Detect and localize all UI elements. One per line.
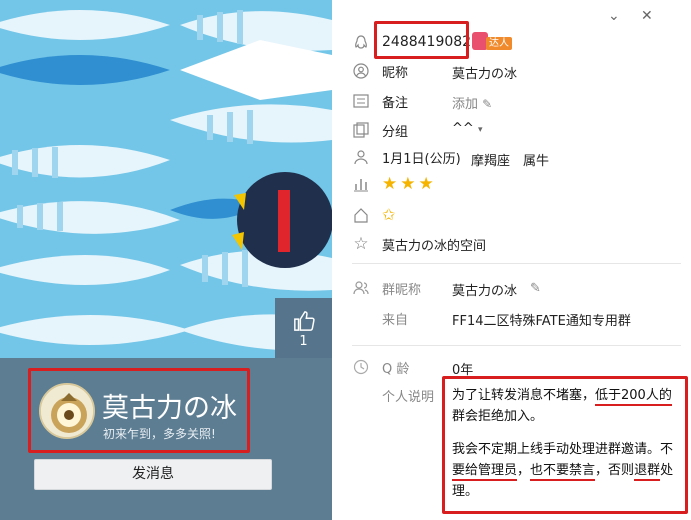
clock-icon — [352, 358, 370, 376]
divider — [352, 263, 681, 264]
personal-intro: 为了让转发消息不堵塞，低于200人的群会拒绝加入。 我会不定期上线手动处理进群邀… — [452, 388, 674, 499]
remark-row: 备注 — [352, 90, 408, 112]
membership-row: ✩ — [352, 204, 395, 226]
nickname-value: 莫古力の冰 — [452, 67, 518, 82]
qzone-row[interactable]: ☆ 莫古力の冰的空间 — [352, 233, 486, 255]
qq-number: 2488419082 — [382, 34, 472, 50]
send-message-button[interactable]: 发消息 — [34, 459, 272, 490]
profile-nickname: 莫古力の冰 — [102, 393, 237, 424]
nickname-row: 昵称 — [352, 60, 408, 82]
chinese-zodiac: 属牛 — [523, 154, 550, 169]
from-row: 来自 — [382, 312, 409, 328]
profile-cover: 1 莫古力の冰 初来乍到，多多关照! 发消息 — [0, 0, 332, 520]
caret-down-icon: ▾ — [477, 125, 483, 135]
user-icon — [352, 62, 370, 80]
qq-number-row — [352, 32, 382, 54]
penguin-icon — [352, 34, 370, 52]
group-select[interactable]: ^^ ▾ — [452, 121, 482, 136]
group-row: 分组 — [352, 119, 408, 141]
q-age-row: Q 龄 — [352, 356, 409, 378]
level-row: ★ ★ ★ — [352, 173, 434, 195]
like-button[interactable]: 1 — [275, 298, 332, 358]
users-icon — [352, 279, 370, 297]
from-group-value: FF14二区特殊FATE通知专用群 — [452, 314, 631, 329]
person-icon — [352, 148, 370, 166]
card-icon — [352, 92, 370, 110]
zodiac: 摩羯座 — [471, 154, 511, 169]
qzone-link[interactable]: 莫古力の冰的空间 — [382, 235, 486, 254]
group-icon — [352, 121, 370, 139]
profile-signature: 初来乍到，多多关照! — [103, 427, 216, 441]
intro-label: 个人说明 — [382, 390, 435, 405]
divider — [352, 345, 681, 346]
add-remark-link[interactable]: 添加 ✎ — [452, 93, 492, 112]
thumbs-up-icon — [293, 311, 315, 331]
birthday-row: 1月1日(公历) — [352, 146, 461, 168]
edit-pencil-icon: ✎ — [482, 97, 493, 111]
like-count: 1 — [299, 334, 308, 349]
edit-pencil-icon[interactable]: ✎ — [530, 281, 541, 296]
bar-chart-icon — [352, 175, 370, 193]
star-icon: ★ — [418, 173, 434, 194]
star-icon: ★ — [400, 173, 416, 194]
avatar[interactable] — [39, 383, 95, 439]
birthday: 1月1日(公历) — [382, 151, 461, 167]
q-age-value: 0年 — [452, 363, 474, 378]
star-outline-icon: ☆ — [353, 234, 369, 254]
close-icon[interactable]: ✕ — [641, 8, 653, 24]
group-nickname-row: 群昵称 — [352, 277, 421, 299]
group-nickname-value: 莫古力の冰 — [452, 284, 518, 299]
badge-star-icon[interactable]: ✩ — [382, 207, 395, 223]
star-icon: ★ — [382, 173, 398, 194]
level-stars[interactable]: ★ ★ ★ — [382, 173, 434, 194]
chevron-down-icon[interactable]: ⌄ — [608, 8, 620, 24]
house-icon — [352, 206, 370, 224]
expert-badge[interactable]: 达人 — [472, 32, 516, 52]
